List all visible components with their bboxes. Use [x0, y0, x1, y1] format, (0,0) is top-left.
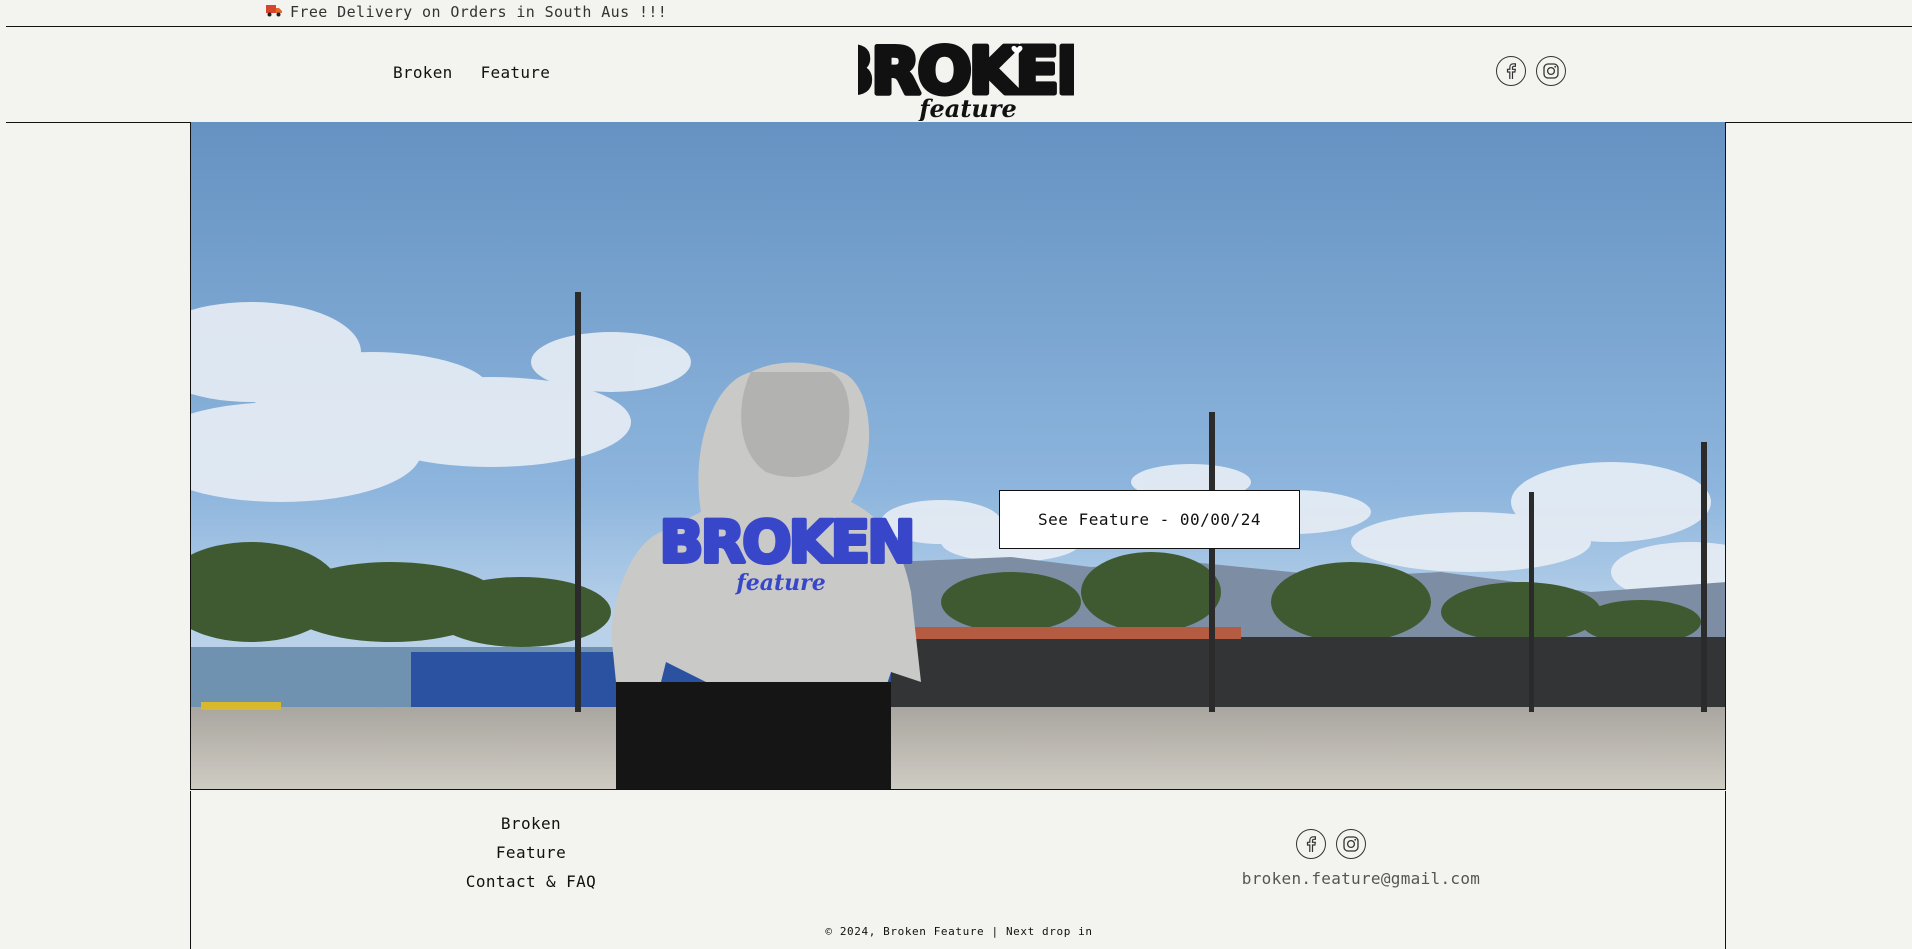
instagram-icon[interactable]: [1336, 829, 1366, 859]
facebook-icon[interactable]: [1296, 829, 1326, 859]
nav-link-feature[interactable]: Feature: [481, 63, 551, 82]
footer-links: Broken Feature Contact & FAQ: [401, 813, 661, 892]
announcement-content: Free Delivery on Orders in South Aus !!!: [266, 3, 667, 21]
site-footer: Broken Feature Contact & FAQ broken.feat…: [190, 791, 1726, 949]
svg-text:feature: feature: [734, 570, 825, 596]
announcement-bar: Free Delivery on Orders in South Aus !!!: [0, 0, 1912, 26]
brand-logo[interactable]: BROKEN feature: [823, 31, 1112, 124]
footer-link-contact-faq[interactable]: Contact & FAQ: [466, 871, 596, 892]
footer-link-broken[interactable]: Broken: [501, 813, 561, 834]
site-header: Broken Feature BROKEN feature: [0, 27, 1912, 124]
header-social-links: [1496, 56, 1566, 86]
main-nav: Broken Feature: [393, 63, 550, 82]
contact-email[interactable]: broken.feature@gmail.com: [1211, 869, 1511, 888]
see-feature-button[interactable]: See Feature - 00/00/24: [999, 490, 1300, 549]
facebook-icon[interactable]: [1496, 56, 1526, 86]
copyright-text: © 2024, Broken Feature | Next drop in: [825, 925, 1093, 938]
truck-icon: [266, 3, 282, 21]
svg-text:BROKEN: BROKEN: [659, 508, 912, 576]
footer-link-feature[interactable]: Feature: [496, 842, 566, 863]
footer-social-links: [1296, 829, 1366, 859]
svg-text:feature: feature: [917, 94, 1017, 121]
hero-image: BROKEN feature See Feature - 00/00/24: [190, 122, 1726, 790]
announcement-text: Free Delivery on Orders in South Aus !!!: [290, 3, 668, 21]
instagram-icon[interactable]: [1536, 56, 1566, 86]
nav-link-broken[interactable]: Broken: [393, 63, 453, 82]
